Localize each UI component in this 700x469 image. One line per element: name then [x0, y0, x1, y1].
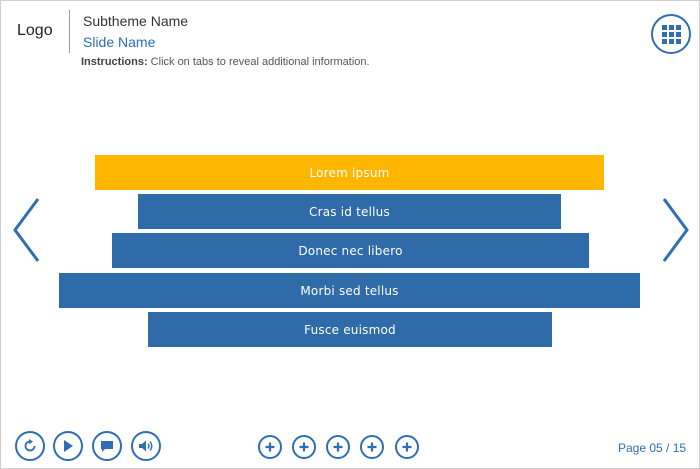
- tab-marker-1[interactable]: [258, 435, 282, 459]
- tab-marker-3[interactable]: [326, 435, 350, 459]
- tab-marker-5[interactable]: [395, 435, 419, 459]
- replay-icon: [24, 439, 36, 452]
- captions-button[interactable]: [92, 431, 122, 461]
- instructions-text: Click on tabs to reveal additional infor…: [147, 56, 370, 68]
- next-slide-button[interactable]: [661, 197, 691, 263]
- instructions-label: Instructions:: [81, 56, 148, 68]
- tab-4[interactable]: Morbi sed tellus: [59, 273, 640, 308]
- chevron-left-icon: [13, 198, 40, 262]
- volume-button[interactable]: [131, 431, 161, 461]
- page-indicator: Page 05 / 15: [618, 441, 687, 455]
- logo: Logo: [17, 22, 53, 39]
- instructions: Instructions: Click on tabs to reveal ad…: [81, 56, 370, 68]
- header-divider: [69, 10, 70, 53]
- replay-button[interactable]: [15, 431, 45, 461]
- tab-marker-2[interactable]: [292, 435, 316, 459]
- grid-menu-icon: [661, 24, 681, 44]
- previous-slide-button[interactable]: [11, 197, 41, 263]
- plus-icon: [299, 442, 309, 452]
- play-button[interactable]: [53, 431, 83, 461]
- plus-icon: [265, 442, 275, 452]
- plus-icon: [333, 442, 343, 452]
- slide-name: Slide Name: [83, 34, 156, 50]
- plus-icon: [367, 442, 377, 452]
- tab-5[interactable]: Fusce euismod: [148, 312, 552, 347]
- tab-2[interactable]: Cras id tellus: [138, 194, 561, 229]
- chevron-right-icon: [662, 198, 689, 262]
- captions-icon: [101, 441, 113, 452]
- slide-frame: Logo Subtheme Name Slide Name Instructio…: [0, 0, 700, 469]
- tab-marker-4[interactable]: [360, 435, 384, 459]
- volume-icon: [139, 440, 153, 452]
- play-icon: [64, 440, 73, 452]
- subtheme-name: Subtheme Name: [83, 13, 189, 29]
- tab-1[interactable]: Lorem ipsum: [95, 155, 604, 190]
- tab-3[interactable]: Donec nec libero: [112, 233, 589, 268]
- plus-icon: [402, 442, 412, 452]
- menu-button[interactable]: [651, 14, 691, 54]
